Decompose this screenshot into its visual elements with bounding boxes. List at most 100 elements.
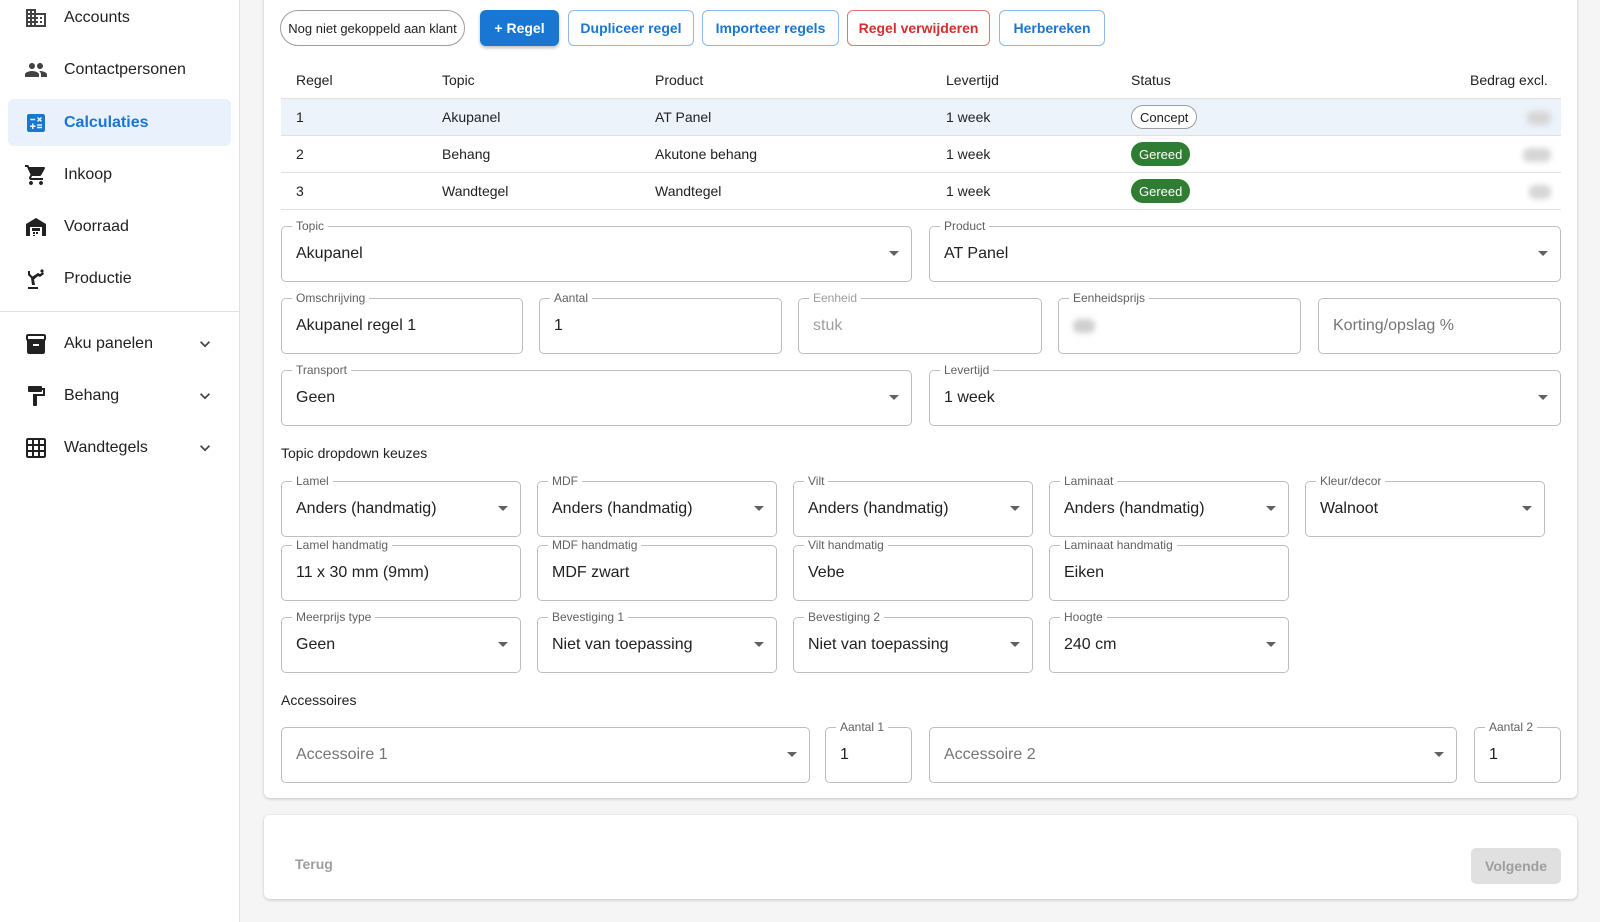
sidebar-group-aku-panelen[interactable]: Aku panelen — [8, 320, 231, 367]
bevestiging-2-select[interactable]: Bevestiging 2 Niet van toepassing — [793, 610, 1033, 673]
delete-rule-button[interactable]: Regel verwijderen — [847, 10, 990, 46]
cell-product: Akutone behang — [655, 146, 757, 162]
lamel-handmatig-input[interactable]: Lamel handmatig 11 x 30 mm (9mm) — [281, 538, 521, 601]
recalculate-button[interactable]: Herbereken — [999, 10, 1105, 46]
dropdown-arrow-icon — [498, 506, 508, 511]
cell-topic: Behang — [442, 146, 491, 162]
field-value: Anders (handmatig) — [552, 500, 693, 517]
column-header-product[interactable]: Product — [655, 72, 703, 88]
sidebar-group-label: Behang — [64, 386, 120, 404]
field-label: Laminaat handmatig — [1060, 538, 1177, 552]
dropdown-arrow-icon — [1010, 506, 1020, 511]
dropdown-arrow-icon — [1266, 642, 1276, 647]
topic-select[interactable]: Topic Akupanel — [281, 219, 912, 282]
aantal-1-input[interactable]: Aantal 1 1 — [825, 720, 912, 783]
chevron-down-icon[interactable] — [195, 386, 215, 406]
field-value: AT Panel — [944, 245, 1009, 262]
column-header-levertijd[interactable]: Levertijd — [946, 72, 999, 88]
field-value: 1 week — [944, 389, 995, 406]
field-value: 1 — [1489, 746, 1498, 763]
laminaat-select[interactable]: Laminaat Anders (handmatig) — [1049, 474, 1289, 537]
sidebar-item-inkoop[interactable]: Inkoop — [8, 151, 231, 198]
field-value: Anders (handmatig) — [1064, 500, 1205, 517]
chevron-down-icon[interactable] — [195, 334, 215, 354]
kleur-decor-select[interactable]: Kleur/decor Walnoot — [1305, 474, 1545, 537]
field-value: Anders (handmatig) — [296, 500, 437, 517]
price-redacted — [1073, 319, 1095, 333]
table-row[interactable]: 2 Behang Akutone behang 1 week Gereed — [281, 135, 1561, 172]
column-header-status[interactable]: Status — [1131, 72, 1171, 88]
amount-redacted — [1523, 148, 1551, 162]
paint-roller-icon — [28, 386, 45, 406]
next-button[interactable]: Volgende — [1471, 848, 1561, 884]
aantal-input[interactable]: Aantal 1 — [539, 291, 782, 354]
cell-levertijd: 1 week — [946, 146, 991, 162]
levertijd-select[interactable]: Levertijd 1 week — [929, 363, 1561, 426]
laminaat-handmatig-input[interactable]: Laminaat handmatig Eiken — [1049, 538, 1289, 601]
field-label: Omschrijving — [292, 291, 370, 305]
vilt-select[interactable]: Vilt Anders (handmatig) — [793, 474, 1033, 537]
accessoire-1-select[interactable]: Accessoire 1 — [281, 727, 810, 783]
import-rules-button[interactable]: Importeer regels — [702, 10, 839, 46]
customer-link-chip[interactable]: Nog niet gekoppeld aan klant — [280, 10, 465, 46]
field-label: Lamel — [292, 474, 333, 488]
bevestiging-1-select[interactable]: Bevestiging 1 Niet van toepassing — [537, 610, 777, 673]
vilt-handmatig-input[interactable]: Vilt handmatig Vebe — [793, 538, 1033, 601]
aantal-2-input[interactable]: Aantal 2 1 — [1474, 720, 1561, 783]
field-label: Hoogte — [1060, 610, 1107, 624]
field-label: Eenheidsprijs — [1069, 291, 1150, 305]
field-label: Aantal 2 — [1485, 720, 1538, 734]
mdf-select[interactable]: MDF Anders (handmatig) — [537, 474, 777, 537]
field-label: Kleur/decor — [1316, 474, 1386, 488]
calculator-icon — [27, 114, 45, 132]
field-value: Geen — [296, 636, 336, 653]
column-header-bedrag[interactable]: Bedrag excl. — [1470, 72, 1548, 88]
table-row[interactable]: 1 Akupanel AT Panel 1 week Concept — [281, 98, 1561, 135]
cell-regel: 3 — [296, 183, 304, 199]
sidebar-group-behang[interactable]: Behang — [8, 372, 231, 419]
sidebar-item-label: Inkoop — [64, 165, 113, 183]
cell-product: Wandtegel — [655, 183, 722, 199]
eenheidsprijs-input[interactable]: Eenheidsprijs — [1058, 291, 1301, 354]
field-value: Walnoot — [1320, 500, 1379, 517]
mdf-handmatig-input[interactable]: MDF handmatig MDF zwart — [537, 538, 777, 601]
meerprijs-type-select[interactable]: Meerprijs type Geen — [281, 610, 521, 673]
sidebar-item-accounts[interactable]: Accounts — [8, 0, 231, 41]
sidebar-item-label: Productie — [64, 269, 132, 287]
hoogte-select[interactable]: Hoogte 240 cm — [1049, 610, 1289, 673]
cell-regel: 1 — [296, 109, 304, 125]
duplicate-rule-button[interactable]: Dupliceer regel — [568, 10, 694, 46]
sidebar-item-contactpersonen[interactable]: Contactpersonen — [8, 46, 231, 93]
field-value: Vebe — [808, 564, 845, 581]
back-button[interactable]: Terug — [295, 856, 333, 872]
transport-select[interactable]: Transport Geen — [281, 363, 912, 426]
chevron-down-icon[interactable] — [195, 438, 215, 458]
field-value: 1 — [840, 746, 849, 763]
table-row[interactable]: 3 Wandtegel Wandtegel 1 week Gereed — [281, 172, 1561, 209]
column-header-regel[interactable]: Regel — [296, 72, 333, 88]
sidebar-group-label: Aku panelen — [64, 334, 153, 352]
field-value: Akupanel — [296, 245, 363, 262]
field-value: Geen — [296, 389, 336, 406]
sidebar-item-calculaties[interactable]: Calculaties — [8, 99, 231, 146]
field-placeholder: Korting/opslag % — [1333, 317, 1454, 334]
column-header-topic[interactable]: Topic — [442, 72, 475, 88]
korting-input[interactable]: Korting/opslag % — [1318, 298, 1561, 354]
accessoire-2-select[interactable]: Accessoire 2 — [929, 727, 1457, 783]
cell-levertijd: 1 week — [946, 183, 991, 199]
field-label: Vilt — [804, 474, 829, 488]
dropdown-arrow-icon — [754, 506, 764, 511]
sidebar-item-voorraad[interactable]: Voorraad — [8, 203, 231, 250]
navigation-card — [264, 815, 1577, 899]
sidebar-item-productie[interactable]: Productie — [8, 255, 231, 302]
omschrijving-input[interactable]: Omschrijving Akupanel regel 1 — [281, 291, 523, 354]
sidebar-item-label: Contactpersonen — [64, 60, 186, 78]
sidebar-group-wandtegels[interactable]: Wandtegels — [8, 424, 231, 471]
topic-section-title: Topic dropdown keuzes — [281, 445, 428, 461]
sidebar-divider — [0, 311, 240, 312]
product-select[interactable]: Product AT Panel — [929, 219, 1561, 282]
grid-icon — [26, 438, 46, 458]
field-label: Laminaat — [1060, 474, 1118, 488]
add-rule-button[interactable]: + Regel — [480, 10, 559, 46]
lamel-select[interactable]: Lamel Anders (handmatig) — [281, 474, 521, 537]
